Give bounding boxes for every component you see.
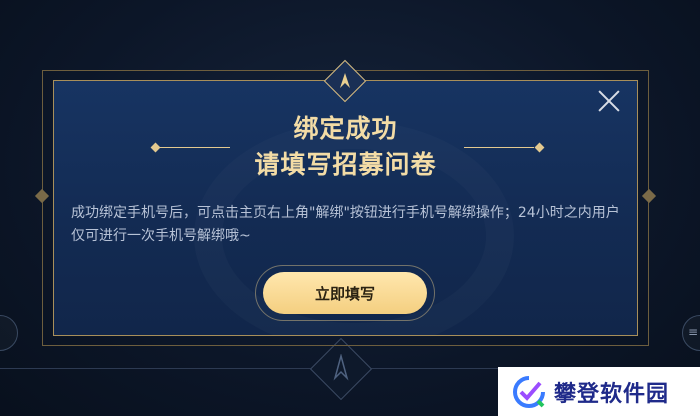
watermark: 攀登软件园 [498, 367, 700, 416]
bottom-crest-icon [331, 353, 351, 384]
title-flourish-left [150, 142, 232, 153]
fill-now-button[interactable]: 立即填写 [263, 272, 427, 314]
modal-body-text: 成功绑定手机号后，可点击主页右上角"解绑"按钮进行手机号解绑操作；24小时之内用… [71, 205, 620, 244]
modal-subtitle: 请填写招募问卷 [254, 150, 437, 179]
crest-icon [334, 70, 356, 92]
left-edge-button[interactable] [0, 315, 18, 351]
modal-title: 绑定成功 [293, 114, 398, 143]
title-flourish-right [464, 142, 545, 153]
check-logo-icon [512, 375, 546, 409]
watermark-text: 攀登软件园 [554, 381, 670, 407]
right-edge-icon: ≡ [687, 325, 698, 339]
game-screen: ≡ 绑定成功 请填写招募问卷 成功绑定手机号后，可点击主页右上角"解绑"按钮进行… [0, 0, 700, 416]
